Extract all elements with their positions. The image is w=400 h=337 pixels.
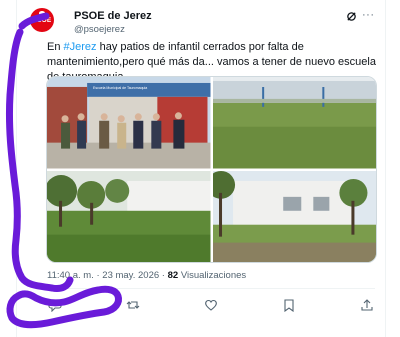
divider	[47, 288, 375, 289]
photo-yard-trees[interactable]	[47, 170, 211, 262]
post-date[interactable]: 23 may. 2026	[102, 270, 159, 281]
reply-icon[interactable]	[48, 298, 62, 312]
photo-school-gate[interactable]: Escuela Municipal de Tauromaquia	[47, 77, 211, 169]
meta-separator: ·	[93, 270, 103, 281]
repost-icon[interactable]	[126, 298, 140, 312]
hashtag-link[interactable]: #Jerez	[64, 41, 97, 53]
photo-building[interactable]	[212, 170, 376, 262]
banner-text: Escuela Municipal de Tauromaquia	[93, 86, 148, 90]
like-icon[interactable]	[204, 298, 218, 312]
account-name[interactable]: PSOE de Jerez	[74, 10, 152, 22]
photo-overgrown-field[interactable]	[212, 77, 376, 169]
post-time[interactable]: 11:40 a. m.	[47, 270, 94, 281]
avatar[interactable]: PSOE	[30, 8, 54, 32]
media-grid: Escuela Municipal de Tauromaquia	[46, 76, 377, 263]
more-icon[interactable]: ···	[362, 9, 375, 21]
views-count: 82	[167, 270, 179, 281]
account-handle[interactable]: @psoejerez	[74, 24, 125, 35]
share-icon[interactable]	[360, 298, 374, 312]
meta-separator-2: ·	[159, 270, 168, 281]
views-label: Visualizaciones	[178, 270, 247, 281]
grok-icon[interactable]	[346, 11, 357, 22]
post-text-before: En	[47, 41, 64, 53]
bookmark-icon[interactable]	[282, 298, 296, 312]
post-meta: 11:40 a. m. · 23 may. 2026 · 82 Visualiz…	[47, 270, 246, 281]
